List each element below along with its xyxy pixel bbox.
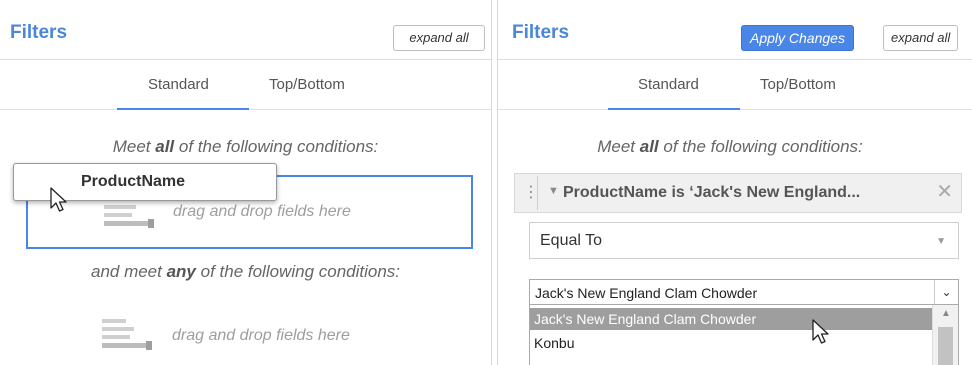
operator-value: Equal To <box>540 232 602 249</box>
left-panel-header: Filters expand all <box>0 0 491 60</box>
operator-select[interactable]: Equal To ▼ <box>529 222 959 259</box>
tab-top-bottom[interactable]: Top/Bottom <box>269 76 345 93</box>
left-filters-panel: Filters expand all Standard Top/Bottom M… <box>0 0 492 365</box>
close-x-icon[interactable]: ✕ <box>936 182 953 202</box>
all-conditions-caption: Meet all of the following conditions: <box>597 137 863 156</box>
list-item[interactable]: Jack's New England Clam Chowder <box>530 308 932 330</box>
scrollbar-thumb[interactable] <box>938 327 953 365</box>
expand-all-button[interactable]: expand all <box>883 25 959 51</box>
chevron-down-icon[interactable]: ⌄ <box>934 280 958 304</box>
tab-active-indicator <box>117 108 249 110</box>
list-item[interactable]: Konbu <box>530 332 932 354</box>
right-filters-panel: Filters Apply Changes expand all Standar… <box>497 0 972 365</box>
panel-title: Filters <box>512 22 570 43</box>
any-conditions-caption: and meet any of the following conditions… <box>90 262 401 281</box>
tab-top-bottom[interactable]: Top/Bottom <box>760 76 836 93</box>
triangle-down-icon: ▼ <box>936 236 946 247</box>
panel-title: Filters <box>10 22 68 43</box>
value-select[interactable]: Jack's New England Clam Chowder ⌄ <box>529 279 959 305</box>
filter-condition-label[interactable]: ProductName is ‘Jack's New England... <box>563 184 860 202</box>
dragged-field-label: ProductName <box>81 173 186 190</box>
grip-divider <box>537 176 538 210</box>
filter-tabs: Standard Top/Bottom <box>0 60 491 110</box>
arrow-cursor-icon <box>50 187 67 212</box>
drop-hint-text: drag and drop fields here <box>173 203 351 220</box>
tab-active-indicator <box>608 108 740 110</box>
value-selected-text: Jack's New England Clam Chowder <box>535 285 758 301</box>
arrow-cursor-icon <box>812 319 829 344</box>
right-panel-header: Filters Apply Changes expand all <box>498 0 972 60</box>
value-options-list: Jack's New England Clam Chowder Konbu ▲ <box>529 305 959 365</box>
all-conditions-caption: Meet all of the following conditions: <box>112 137 379 156</box>
tab-standard[interactable]: Standard <box>638 76 699 93</box>
triangle-down-icon[interactable]: ▼ <box>548 185 559 197</box>
scroll-up-icon[interactable]: ▲ <box>933 308 958 319</box>
filter-condition-row[interactable]: ⋮ ▼ ProductName is ‘Jack's New England..… <box>514 173 962 213</box>
drop-hint-text: drag and drop fields here <box>172 327 350 344</box>
list-scrollbar[interactable]: ▲ <box>932 305 958 365</box>
expand-all-button[interactable]: expand all <box>393 25 485 51</box>
filter-tabs: Standard Top/Bottom <box>498 60 972 110</box>
apply-changes-button[interactable]: Apply Changes <box>741 25 854 51</box>
tab-standard[interactable]: Standard <box>148 76 209 93</box>
fields-list-icon <box>102 319 152 350</box>
